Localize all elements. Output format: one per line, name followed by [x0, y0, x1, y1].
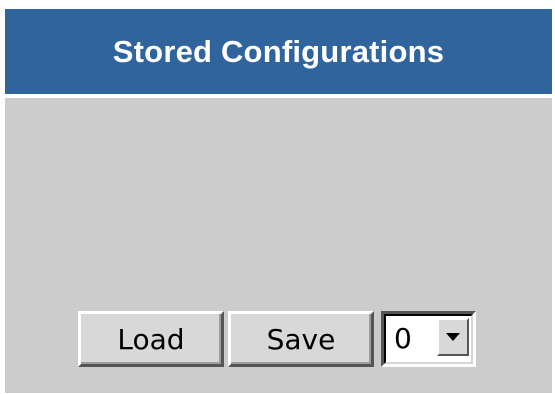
- configuration-controls: Load Save 0: [78, 311, 476, 367]
- header-divider: [5, 94, 552, 98]
- slot-select-frame: 0: [384, 314, 473, 364]
- chevron-down-icon: [446, 333, 460, 341]
- slot-select-value: 0: [394, 322, 412, 355]
- panel-header: Stored Configurations: [5, 9, 552, 94]
- slot-select[interactable]: 0: [381, 311, 476, 367]
- dropdown-arrow-button[interactable]: [437, 318, 469, 356]
- load-button[interactable]: Load: [78, 311, 224, 367]
- stored-configurations-panel: Stored Configurations Load Save 0: [5, 9, 552, 393]
- save-button[interactable]: Save: [228, 311, 374, 367]
- panel-title: Stored Configurations: [112, 33, 445, 69]
